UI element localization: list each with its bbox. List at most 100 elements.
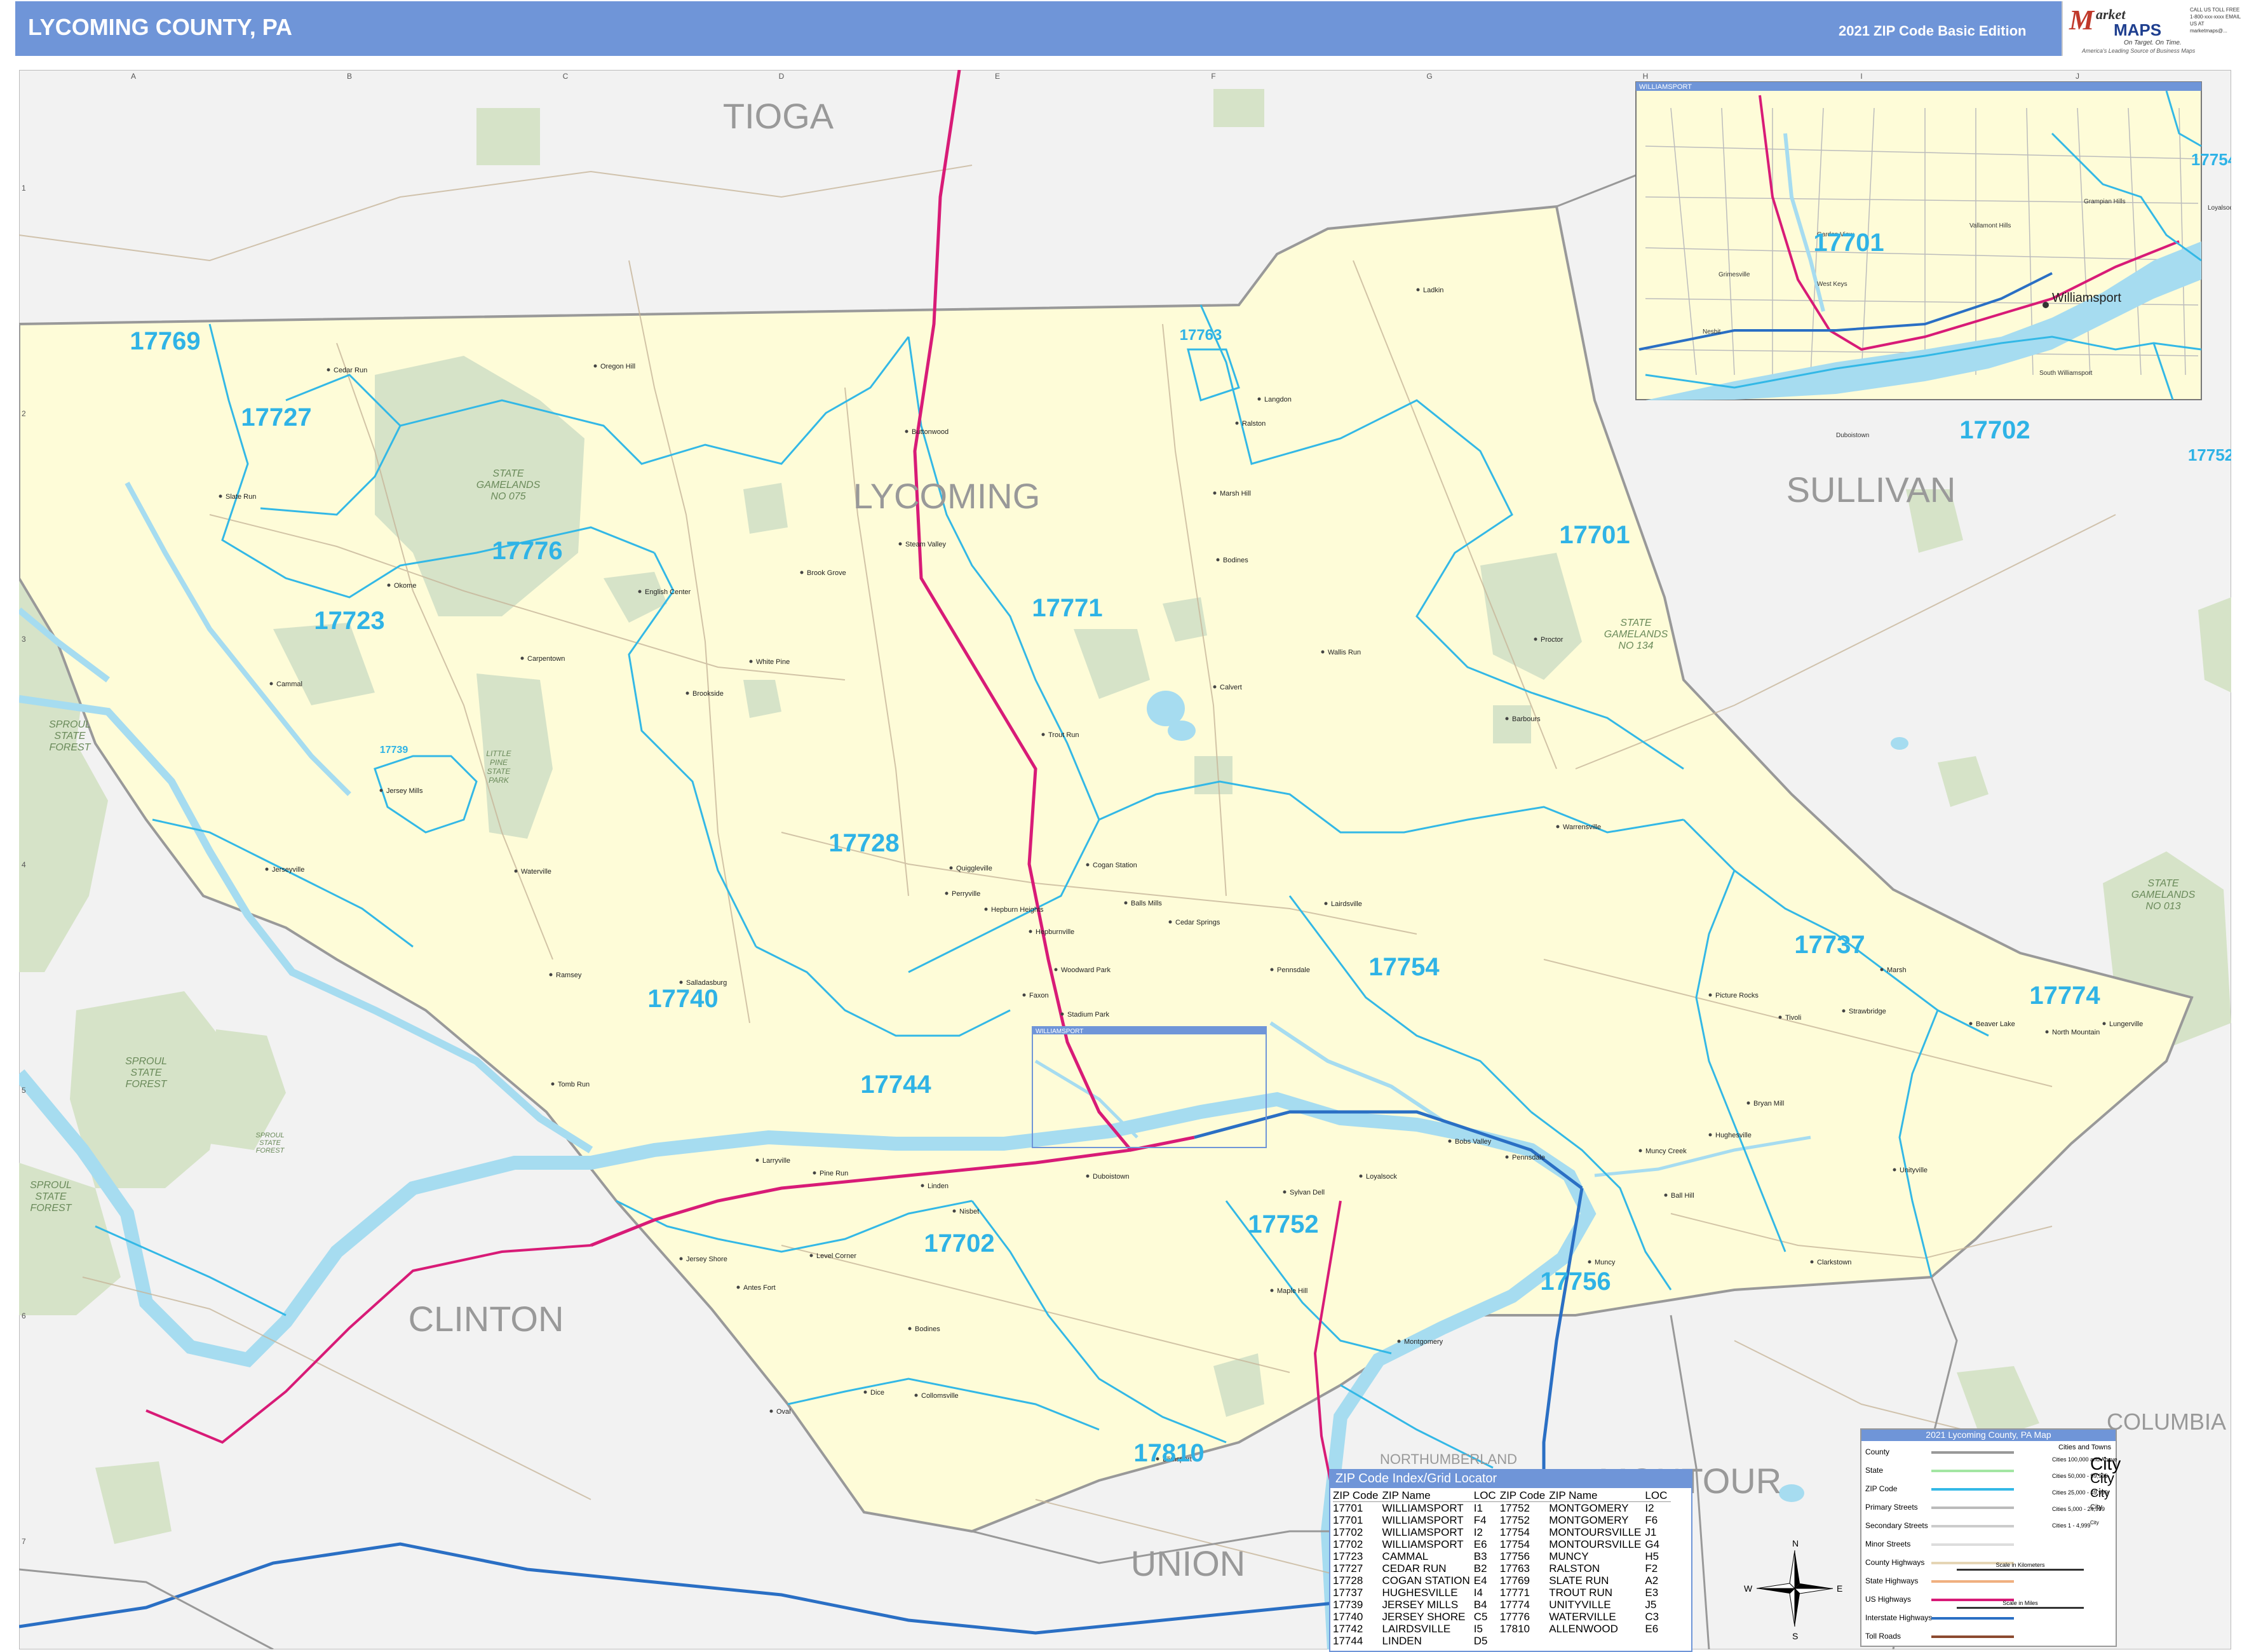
town-dot bbox=[905, 430, 908, 433]
town-label: Dice bbox=[870, 1389, 884, 1397]
zip-index-cell: I5 bbox=[1473, 1623, 1483, 1635]
town-dot bbox=[1556, 825, 1560, 829]
legend-item-symbol bbox=[1931, 1506, 2014, 1509]
zip-index-cell: I4 bbox=[1473, 1587, 1483, 1599]
zip-index-cell: 17727 bbox=[1333, 1562, 1363, 1574]
zip-index-cell: TROUT RUN bbox=[1549, 1587, 1613, 1599]
town-label: Level Corner bbox=[816, 1252, 856, 1260]
town-label: Buttonwood bbox=[912, 428, 949, 436]
county-label-sullivan: SULLIVAN bbox=[1786, 470, 1956, 510]
grid-col-label: F bbox=[1211, 72, 1215, 81]
zip-index-cell: E3 bbox=[1645, 1587, 1659, 1599]
logo-contact: CALL US TOLL FREE 1-800-xxx-xxxx EMAIL U… bbox=[2190, 7, 2241, 34]
town-label: Oregon Hill bbox=[600, 363, 635, 370]
zip-index-header-cell: LOC bbox=[1473, 1489, 1500, 1502]
legend-item-symbol bbox=[1931, 1488, 2014, 1491]
town-label: Woodward Park bbox=[1061, 966, 1111, 974]
zip-index-cell: J5 bbox=[1645, 1599, 1657, 1611]
zip-index-cell: COGAN STATION bbox=[1382, 1574, 1470, 1587]
legend-scale-mi: Scale in Miles bbox=[1957, 1600, 2084, 1609]
zip-index-row: 17740 JERSEY SHORE C5 17776 WATERVILLE C3 bbox=[1333, 1611, 1671, 1623]
county-map[interactable]: SPROUL STATE FOREST SPROUL STATE FOREST SPRO… bbox=[19, 70, 2231, 1649]
legend-item-symbol bbox=[1931, 1580, 2014, 1583]
zip-index-cell: RALSTON bbox=[1549, 1562, 1600, 1574]
zip-index-cell: WATERVILLE bbox=[1549, 1611, 1616, 1623]
zip-index-cell: MUNCY bbox=[1549, 1550, 1589, 1562]
zip-index-cell: 17701 bbox=[1333, 1502, 1363, 1514]
grid-col-label: E bbox=[995, 72, 1000, 81]
compass-s: S bbox=[1792, 1631, 1798, 1641]
legend-item-label: State bbox=[1865, 1466, 1884, 1475]
logo-tagline2: America's Leading Source of Business Map… bbox=[2082, 48, 2196, 54]
town-dot bbox=[1969, 1022, 1973, 1026]
town-label: Strawbridge bbox=[1849, 1008, 1886, 1015]
zip-index-cell: LINDEN bbox=[1382, 1635, 1422, 1647]
town-label: Pennsdale bbox=[1512, 1154, 1545, 1161]
zip-index-cell: 17701 bbox=[1333, 1514, 1363, 1526]
town-dot bbox=[1505, 1155, 1509, 1159]
legend-city-sample: City bbox=[2090, 1470, 2114, 1486]
town-dot bbox=[1321, 650, 1325, 654]
town-label: Hepburnville bbox=[1036, 928, 1074, 936]
zip-index-cell: 17754 bbox=[1499, 1526, 1530, 1538]
town-dot bbox=[551, 1082, 555, 1086]
town-label: Tivoli bbox=[1785, 1014, 1801, 1022]
zip-index-cell: G4 bbox=[1645, 1538, 1660, 1550]
zip-index-cell: 17774 bbox=[1499, 1599, 1530, 1611]
town-dot bbox=[1359, 1174, 1363, 1178]
inset-place-label: Grampian Hills bbox=[2084, 198, 2126, 205]
zip-index-row: 17702 WILLIAMSPORT I2 17754 MONTOURSVILLE J1 bbox=[1333, 1526, 1671, 1538]
zip-index-row: 17744 LINDEN D5 bbox=[1333, 1635, 1671, 1647]
town-label: Maple Hill bbox=[1277, 1287, 1307, 1295]
town-dot bbox=[1397, 1339, 1401, 1343]
town-label: Picture Rocks bbox=[1715, 992, 1759, 999]
legend-item-symbol bbox=[1931, 1451, 2014, 1454]
town-label: Lairdsville bbox=[1331, 900, 1362, 908]
zip-index-cell: E4 bbox=[1473, 1574, 1487, 1587]
grid-row-label: 2 bbox=[22, 409, 26, 418]
zip-index-cell: WILLIAMSPORT bbox=[1382, 1502, 1464, 1514]
town-label: Calvert bbox=[1220, 684, 1242, 691]
town-dot bbox=[769, 1409, 773, 1413]
zip-index-cell: WILLIAMSPORT bbox=[1382, 1526, 1464, 1538]
zip-index-cell bbox=[1645, 1635, 1671, 1647]
town-label: Sylvan Dell bbox=[1290, 1189, 1325, 1196]
zip-index-cell: MONTGOMERY bbox=[1549, 1514, 1629, 1526]
town-label: Tomb Run bbox=[558, 1081, 590, 1088]
legend-item-label: Minor Streets bbox=[1865, 1540, 1911, 1548]
grid-col-label: A bbox=[131, 72, 136, 81]
zip-index-cell: 17739 bbox=[1333, 1599, 1363, 1611]
town-dot bbox=[1041, 733, 1045, 736]
town-dot bbox=[1022, 993, 1026, 997]
zip-index-cell: A2 bbox=[1645, 1574, 1659, 1587]
town-dot bbox=[1235, 421, 1239, 425]
zip-label-17776: 17776 bbox=[492, 537, 562, 565]
grid-row-label: 5 bbox=[22, 1086, 26, 1095]
town-label: Oval bbox=[776, 1408, 791, 1416]
zip-index-header-cell: ZIP Code bbox=[1333, 1489, 1382, 1502]
grid-row-label: 7 bbox=[22, 1537, 26, 1546]
town-label: Duboistown bbox=[1093, 1173, 1129, 1181]
zip-index-cell: 17763 bbox=[1499, 1562, 1530, 1574]
town-dot bbox=[1588, 1260, 1591, 1264]
zip-index-cell: 17752 bbox=[1499, 1502, 1530, 1514]
town-label: Loyalsock bbox=[1366, 1173, 1397, 1181]
zip-label-17702: 17702 bbox=[924, 1229, 994, 1257]
zip-index-title: ZIP Code Index/Grid Locator bbox=[1330, 1470, 1691, 1488]
legend-scale-km: Scale in Kilometers bbox=[1957, 1562, 2084, 1571]
town-label: Antes Fort bbox=[743, 1284, 776, 1292]
zip-index-cell: B2 bbox=[1473, 1562, 1487, 1574]
sproul-forest-label-4: SPROUL STATE FOREST bbox=[255, 1132, 285, 1154]
zip-index-header-cell: ZIP Name bbox=[1549, 1489, 1645, 1502]
zip-index-cell: 17702 bbox=[1333, 1526, 1363, 1538]
legend-item-label: County bbox=[1865, 1447, 1890, 1456]
legend-item-symbol bbox=[1931, 1617, 2014, 1620]
legend-item-symbol bbox=[1931, 1525, 2014, 1527]
town-label: Larryville bbox=[762, 1157, 790, 1165]
town-label: Bobs Valley bbox=[1455, 1138, 1492, 1146]
zip-index-row: 17723 CAMMAL B3 17756 MUNCY H5 bbox=[1333, 1550, 1671, 1562]
town-dot bbox=[1029, 930, 1032, 933]
legend-item-label: Interstate Highways bbox=[1865, 1613, 1933, 1622]
legend-item-label: Secondary Streets bbox=[1865, 1521, 1928, 1530]
zip-index-cell: I2 bbox=[1473, 1526, 1483, 1538]
